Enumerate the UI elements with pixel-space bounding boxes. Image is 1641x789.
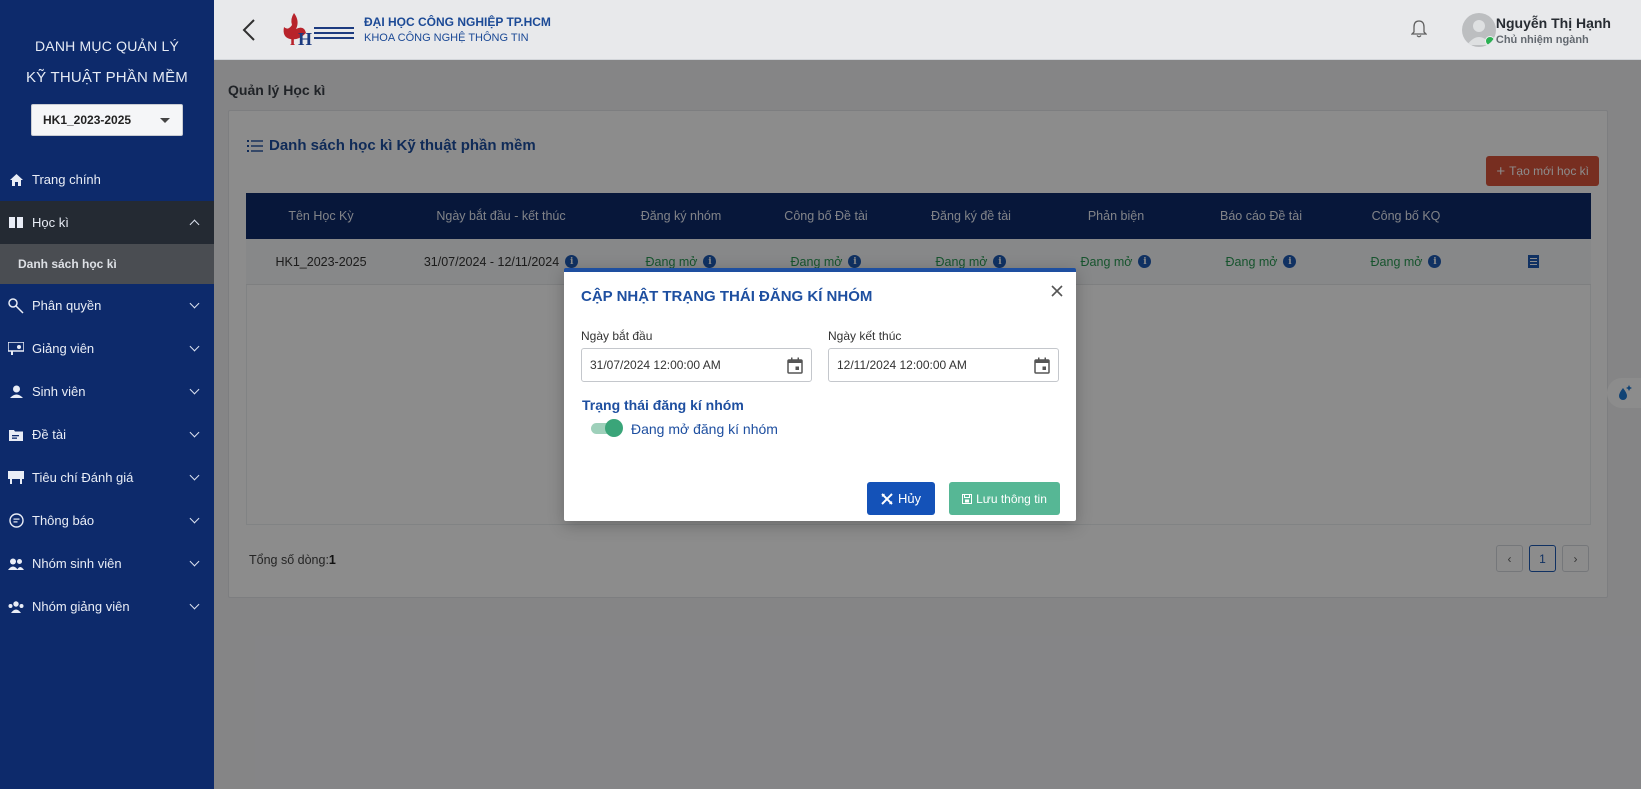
sidebar-item-topics[interactable]: Đề tài <box>0 413 214 456</box>
sidebar-item-label: Học kì <box>32 215 69 230</box>
save-icon <box>962 493 973 504</box>
sidebar-item-label: Đề tài <box>32 427 66 442</box>
cancel-button[interactable]: Hủy <box>867 482 935 515</box>
sidebar-item-label: Thông báo <box>32 513 95 528</box>
start-date-value: 31/07/2024 12:00:00 AM <box>590 358 721 372</box>
cancel-label: Hủy <box>897 491 922 506</box>
sidebar-item-label: Phân quyền <box>32 298 102 313</box>
sidebar-item-label: Trang chính <box>32 172 101 187</box>
sidebar-item-students[interactable]: Sinh viên <box>0 370 214 413</box>
toggle-label: Đang mở đăng kí nhóm <box>631 421 778 437</box>
registration-toggle[interactable] <box>591 419 623 437</box>
save-button[interactable]: Lưu thông tin <box>949 482 1060 515</box>
term-select[interactable]: HK1_2023-2025 <box>31 104 183 136</box>
start-date-input[interactable]: 31/07/2024 12:00:00 AM <box>581 348 812 382</box>
group-icon <box>8 556 24 572</box>
sidebar-subtitle: KỸ THUẬT PHẦN MỀM <box>25 69 189 86</box>
sidebar-item-label: Tiêu chí Đánh giá <box>32 470 134 485</box>
save-label: Lưu thông tin <box>976 491 1047 506</box>
key-icon <box>8 297 24 314</box>
sidebar-item-home[interactable]: Trang chính <box>0 158 214 201</box>
calendar-icon[interactable] <box>787 357 803 374</box>
sidebar-item-notifications[interactable]: Thông báo <box>0 499 214 542</box>
chevron-down-icon <box>189 470 200 481</box>
folder-icon <box>8 427 24 443</box>
caret-down-icon <box>160 117 170 123</box>
chevron-up-icon <box>189 219 200 230</box>
chevron-down-icon <box>189 384 200 395</box>
message-icon <box>8 513 24 529</box>
teacher-icon <box>8 341 24 357</box>
end-date-label: Ngày kết thúc <box>828 329 902 343</box>
chevron-down-icon <box>189 298 200 309</box>
sidebar-item-label: Nhóm giảng viên <box>32 599 130 614</box>
sidebar-item-lecturers[interactable]: Giảng viên <box>0 327 214 370</box>
close-icon <box>881 492 893 505</box>
term-select-value: HK1_2023-2025 <box>43 113 132 127</box>
end-date-input[interactable]: 12/11/2024 12:00:00 AM <box>828 348 1059 382</box>
sidebar-item-label: Giảng viên <box>32 341 95 356</box>
chevron-down-icon <box>189 513 200 524</box>
sidebar-item-semester[interactable]: Học kì <box>0 201 214 244</box>
dialog-title: CẬP NHẬT TRẠNG THÁI ĐĂNG KÍ NHÓM <box>581 288 873 305</box>
sidebar-item-criteria[interactable]: Tiêu chí Đánh giá <box>0 456 214 499</box>
end-date-value: 12/11/2024 12:00:00 AM <box>837 358 967 372</box>
chevron-down-icon <box>189 599 200 610</box>
student-icon <box>8 384 24 400</box>
sidebar-subitem-semester-list[interactable]: Danh sách học kì <box>0 244 214 284</box>
sidebar-item-permissions[interactable]: Phân quyền <box>0 284 214 327</box>
sidebar-item-label: Sinh viên <box>32 384 86 399</box>
sidebar: DANH MỤC QUẢN LÝ KỸ THUẬT PHẦN MỀM HK1_2… <box>0 0 214 789</box>
team-icon <box>8 599 24 615</box>
chevron-down-icon <box>189 341 200 352</box>
sidebar-item-student-groups[interactable]: Nhóm sinh viên <box>0 542 214 585</box>
home-icon <box>8 172 24 188</box>
book-icon <box>8 215 24 231</box>
sidebar-item-label: Nhóm sinh viên <box>32 556 122 571</box>
chevron-down-icon <box>189 556 200 567</box>
toggle-knob <box>605 419 623 437</box>
header-dim <box>214 0 1641 60</box>
criteria-icon <box>8 470 24 486</box>
sidebar-title: DANH MỤC QUẢN LÝ <box>35 38 179 54</box>
sidebar-menu: Trang chính Học kì Danh sách học kì Phân… <box>0 158 214 628</box>
calendar-icon[interactable] <box>1034 357 1050 374</box>
update-group-registration-dialog: CẬP NHẬT TRẠNG THÁI ĐĂNG KÍ NHÓM Ngày bắ… <box>564 268 1076 521</box>
sidebar-item-lecturer-groups[interactable]: Nhóm giảng viên <box>0 585 214 628</box>
start-date-label: Ngày bắt đầu <box>581 329 653 343</box>
chevron-down-icon <box>189 427 200 438</box>
status-section-title: Trạng thái đăng kí nhóm <box>582 397 744 413</box>
close-icon[interactable] <box>1050 284 1066 300</box>
